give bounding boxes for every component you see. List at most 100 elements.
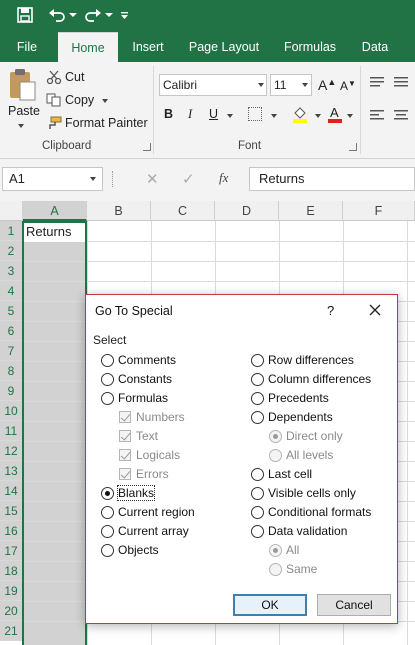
- col-header-d[interactable]: D: [215, 201, 279, 221]
- option-column-differences[interactable]: Column differences: [251, 370, 371, 388]
- align-middle-icon[interactable]: [393, 76, 409, 88]
- enter-entry-icon[interactable]: ✓: [182, 170, 195, 188]
- font-color-icon[interactable]: A: [327, 105, 343, 123]
- select-all-corner[interactable]: [0, 201, 23, 221]
- tab-insert[interactable]: Insert: [124, 32, 172, 62]
- option-constants[interactable]: Constants: [101, 370, 172, 388]
- col-header-a[interactable]: A: [23, 201, 87, 221]
- row-header[interactable]: 10: [0, 401, 23, 421]
- row-header[interactable]: 16: [0, 521, 23, 541]
- formula-input[interactable]: Returns: [249, 167, 415, 191]
- align-left-icon[interactable]: [369, 109, 385, 121]
- option-numbers[interactable]: Numbers: [119, 408, 185, 426]
- option-logicals[interactable]: Logicals: [119, 446, 180, 464]
- font-name-dropdown-icon[interactable]: [258, 83, 264, 87]
- cancel-button[interactable]: Cancel: [317, 594, 391, 616]
- row-header[interactable]: 4: [0, 281, 23, 301]
- ok-button[interactable]: OK: [233, 594, 307, 616]
- option-errors[interactable]: Errors: [119, 465, 169, 483]
- cut-button[interactable]: Cut: [65, 70, 84, 84]
- row-header[interactable]: 3: [0, 261, 23, 281]
- fill-color-dropdown-icon[interactable]: [315, 114, 321, 118]
- customize-qat-icon[interactable]: [118, 4, 130, 26]
- copy-dropdown-icon[interactable]: [102, 99, 108, 103]
- option-comments[interactable]: Comments: [101, 351, 176, 369]
- option-visible-cells-only[interactable]: Visible cells only: [251, 484, 356, 502]
- font-size-dropdown-icon[interactable]: [302, 83, 308, 87]
- option-same[interactable]: Same: [269, 560, 317, 578]
- align-center-icon[interactable]: [393, 109, 409, 121]
- row-header[interactable]: 18: [0, 561, 23, 581]
- italic-button[interactable]: I: [188, 107, 192, 122]
- undo-dropdown-icon[interactable]: [68, 4, 78, 26]
- name-box-dropdown-icon[interactable]: [90, 177, 96, 181]
- tab-page-layout[interactable]: Page Layout: [184, 32, 264, 62]
- option-conditional-formats[interactable]: Conditional formats: [251, 503, 371, 521]
- option-blanks[interactable]: Blanks: [101, 484, 156, 502]
- option-current-array[interactable]: Current array: [101, 522, 189, 540]
- tab-formulas[interactable]: Formulas: [277, 32, 343, 62]
- name-box[interactable]: A1: [2, 167, 103, 191]
- option-all-levels[interactable]: All levels: [269, 446, 333, 464]
- row-header[interactable]: 21: [0, 621, 23, 641]
- row-header[interactable]: 7: [0, 341, 23, 361]
- option-current-region[interactable]: Current region: [101, 503, 195, 521]
- row-header[interactable]: 15: [0, 501, 23, 521]
- option-all[interactable]: All: [269, 541, 299, 559]
- paste-button[interactable]: Paste: [8, 104, 40, 118]
- font-name-box[interactable]: Calibri: [159, 74, 267, 96]
- col-header-b[interactable]: B: [87, 201, 151, 221]
- font-launcher-icon[interactable]: [349, 143, 357, 151]
- row-header[interactable]: 6: [0, 321, 23, 341]
- row-header[interactable]: 19: [0, 581, 23, 601]
- row-header[interactable]: 17: [0, 541, 23, 561]
- row-header[interactable]: 2: [0, 241, 23, 261]
- col-header-e[interactable]: E: [279, 201, 343, 221]
- option-last-cell[interactable]: Last cell: [251, 465, 312, 483]
- row-header[interactable]: 20: [0, 601, 23, 621]
- fill-color-icon[interactable]: [292, 105, 308, 123]
- redo-icon[interactable]: [82, 4, 104, 26]
- format-painter-button[interactable]: Format Painter: [65, 116, 148, 130]
- redo-dropdown-icon[interactable]: [104, 4, 114, 26]
- row-header[interactable]: 5: [0, 301, 23, 321]
- tab-file[interactable]: File: [8, 32, 46, 62]
- paste-icon[interactable]: [8, 68, 36, 102]
- tab-data[interactable]: Data: [356, 32, 394, 62]
- font-color-dropdown-icon[interactable]: [347, 114, 353, 118]
- option-dependents[interactable]: Dependents: [251, 408, 333, 426]
- bold-button[interactable]: B: [164, 107, 173, 121]
- underline-button[interactable]: U: [209, 107, 218, 121]
- option-direct-only[interactable]: Direct only: [269, 427, 343, 445]
- option-objects[interactable]: Objects: [101, 541, 159, 559]
- undo-icon[interactable]: [46, 4, 68, 26]
- row-header[interactable]: 14: [0, 481, 23, 501]
- insert-function-icon[interactable]: fx: [219, 170, 228, 186]
- close-icon[interactable]: [367, 302, 383, 318]
- col-header-c[interactable]: C: [151, 201, 215, 221]
- decrease-font-icon[interactable]: A▼: [340, 79, 356, 93]
- help-button[interactable]: ?: [327, 303, 334, 318]
- col-header-f[interactable]: F: [343, 201, 415, 221]
- option-row-differences[interactable]: Row differences: [251, 351, 354, 369]
- option-text[interactable]: Text: [119, 427, 158, 445]
- save-icon[interactable]: [14, 4, 36, 26]
- option-data-validation[interactable]: Data validation: [251, 522, 347, 540]
- borders-icon[interactable]: [248, 107, 262, 121]
- row-header[interactable]: 1: [0, 221, 23, 241]
- tab-home[interactable]: Home: [58, 32, 118, 62]
- align-top-icon[interactable]: [369, 76, 385, 88]
- clipboard-launcher-icon[interactable]: [143, 143, 151, 151]
- paste-dropdown-icon[interactable]: [18, 124, 24, 128]
- increase-font-icon[interactable]: A▲: [318, 77, 336, 93]
- option-precedents[interactable]: Precedents: [251, 389, 329, 407]
- option-formulas[interactable]: Formulas: [101, 389, 168, 407]
- underline-dropdown-icon[interactable]: [227, 114, 233, 118]
- row-header[interactable]: 8: [0, 361, 23, 381]
- row-header[interactable]: 11: [0, 421, 23, 441]
- borders-dropdown-icon[interactable]: [271, 114, 277, 118]
- copy-button[interactable]: Copy: [65, 93, 94, 107]
- cancel-entry-icon[interactable]: ✕: [146, 170, 159, 188]
- row-header[interactable]: 9: [0, 381, 23, 401]
- row-header[interactable]: 12: [0, 441, 23, 461]
